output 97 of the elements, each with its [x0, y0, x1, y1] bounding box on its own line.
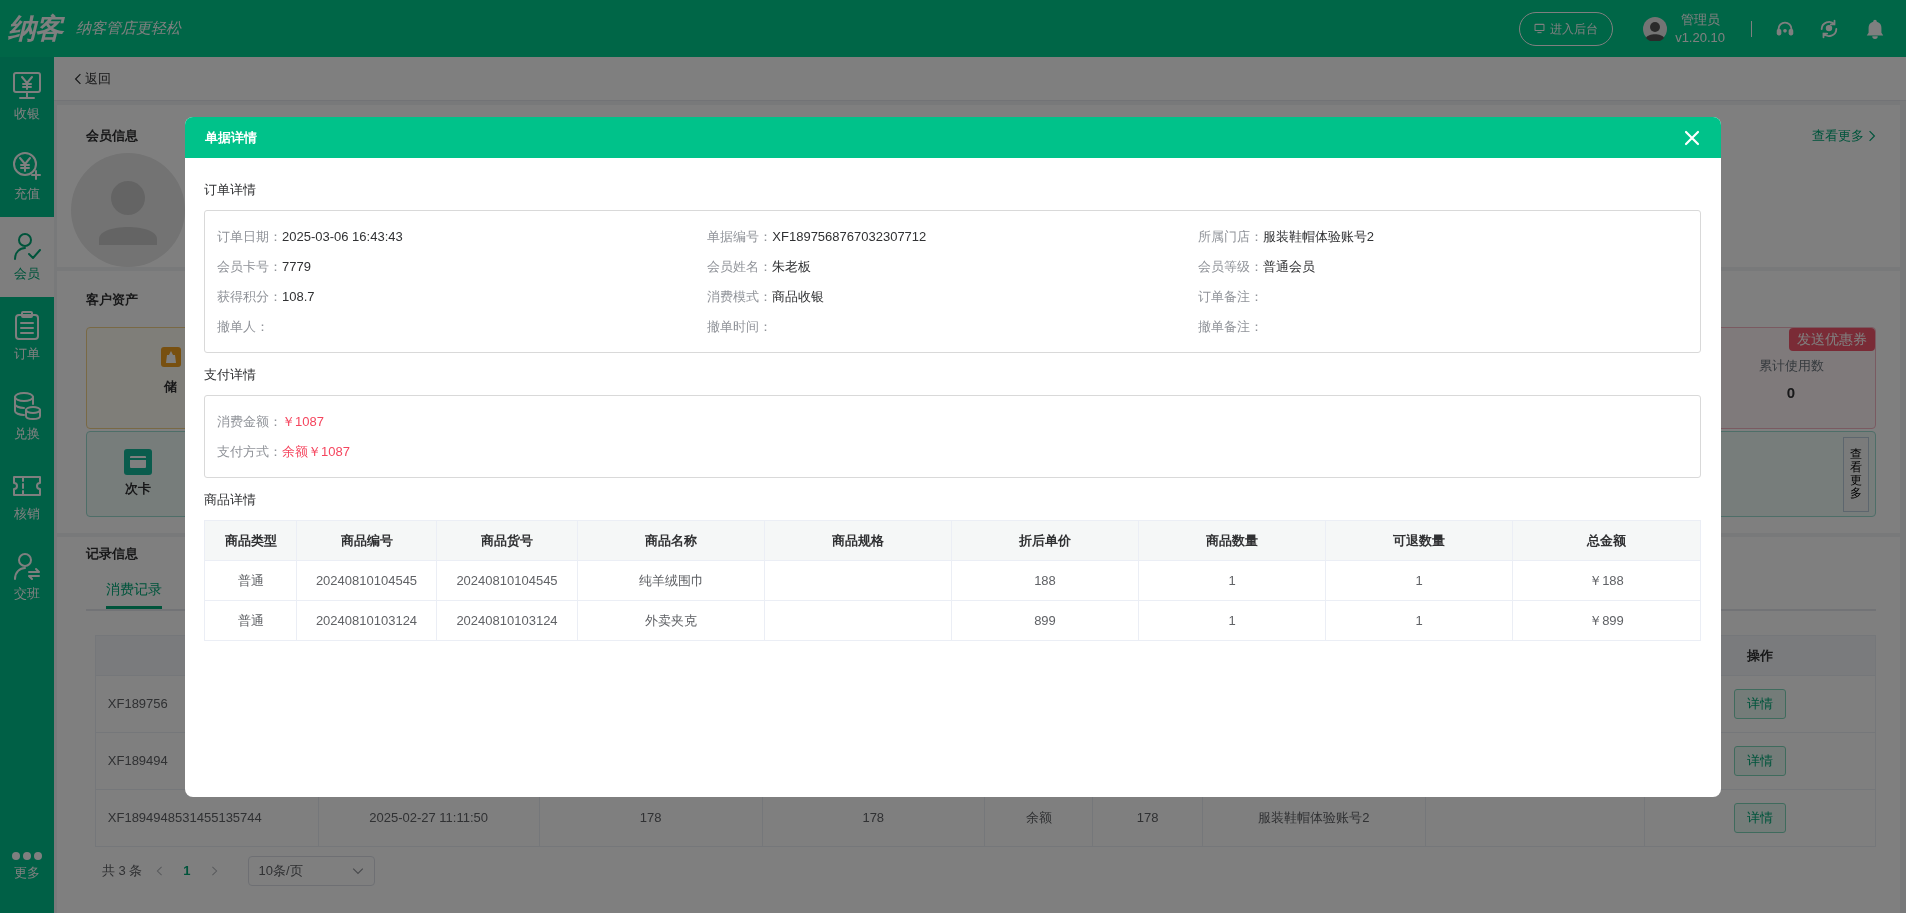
send-coupon-button[interactable]: 发送优惠券: [1789, 328, 1875, 351]
field-label: 消费模式：: [707, 288, 773, 307]
field-label: 所属门店：: [1197, 228, 1263, 247]
column-header: 总金额: [1512, 520, 1701, 561]
sidebar-item[interactable]: 交班: [0, 537, 54, 617]
field-value: 7779: [282, 258, 311, 277]
card-icon: [123, 449, 152, 476]
dialog-title: 单据详情: [205, 128, 257, 147]
total-count: 共 3 条: [101, 862, 143, 881]
table-cell: ￥188: [1512, 560, 1701, 601]
slogan: 纳客管店更轻松: [76, 18, 181, 40]
table-cell: 899: [951, 600, 1139, 641]
field-label: 撤单人：: [217, 318, 269, 337]
field-label: 会员等级：: [1197, 258, 1263, 277]
sync-icon[interactable]: [1818, 17, 1840, 40]
column-header: 折后单价: [951, 520, 1139, 561]
chevron-down-icon: [351, 867, 364, 875]
section-title: 订单详情: [204, 181, 257, 199]
avatar-icon[interactable]: [1643, 16, 1668, 41]
version-text: v1.20.10: [1675, 28, 1725, 47]
section-title: 商品详情: [204, 491, 257, 509]
sidebar-item[interactable]: 充值: [0, 137, 54, 217]
section-title: 支付详情: [204, 366, 257, 384]
field-value: ￥1087: [282, 413, 324, 432]
table-cell: 20240810103124: [296, 600, 437, 641]
sidebar-item[interactable]: 会员: [0, 217, 54, 297]
sidebar-item[interactable]: 订单: [0, 297, 54, 377]
tab[interactable]: 消费记录: [105, 575, 162, 609]
section-title: 会员信息: [85, 127, 138, 145]
card-label: 储: [162, 377, 178, 396]
field-value: 朱老板: [772, 258, 812, 277]
field-label: 订单日期：: [217, 228, 282, 247]
field-value: 108.7: [282, 288, 315, 307]
field-label: 获得积分：: [217, 288, 282, 307]
field-value: 普通会员: [1262, 258, 1315, 277]
card-label: 次卡: [124, 480, 151, 499]
table-cell: 20240810103124: [436, 600, 578, 641]
field-label: 撤单时间：: [707, 318, 773, 337]
table-cell: 1: [1138, 600, 1326, 641]
page-size-select[interactable]: 10条/页: [247, 856, 375, 886]
field-label: 订单备注：: [1197, 288, 1263, 307]
field-label: 撤单备注：: [1197, 318, 1263, 337]
field-value: 服装鞋帽体验账号2: [1262, 228, 1374, 247]
monitor-icon: [1534, 23, 1546, 34]
field-label: 会员卡号：: [217, 258, 282, 277]
section-title: 客户资产: [85, 291, 138, 309]
chevron-right-icon[interactable]: [210, 866, 218, 876]
more-link[interactable]: 查看更多: [1812, 126, 1876, 146]
bag-icon: [160, 346, 181, 367]
sidebar-item[interactable]: 核销: [0, 457, 54, 537]
table-cell: 普通: [204, 560, 297, 601]
table-cell: 1: [1325, 600, 1513, 641]
field-label: 单据编号：: [707, 228, 773, 247]
bell-icon[interactable]: [1864, 17, 1886, 40]
details-button[interactable]: 详情: [1733, 746, 1786, 776]
table-cell: 1: [1138, 560, 1326, 601]
field-value: XF1897568767032307712: [772, 228, 927, 247]
table-cell: 188: [951, 560, 1139, 601]
stat-value: 0: [1785, 382, 1797, 403]
details-button[interactable]: 详情: [1733, 689, 1786, 719]
page-button[interactable]: 1: [177, 860, 197, 882]
column-header: 商品数量: [1138, 520, 1326, 561]
more-icon: [10, 851, 43, 862]
chevron-left-icon: [73, 72, 82, 85]
column-header: 商品货号: [436, 520, 578, 561]
back-link[interactable]: 返回: [73, 68, 111, 89]
stat-label: 累计使用数: [1757, 357, 1825, 375]
table-cell: 普通: [204, 600, 297, 641]
user-name: 管理员: [1679, 10, 1721, 29]
sidebar-item[interactable]: 兑换: [0, 377, 54, 457]
close-icon: [1683, 128, 1701, 147]
chevron-right-icon: [1868, 130, 1876, 142]
table-cell: 纯羊绒围巾: [577, 560, 765, 601]
table-cell: 20240810104545: [296, 560, 437, 601]
sidebar-item[interactable]: 更多: [0, 833, 54, 913]
field-value: 商品收银: [772, 288, 825, 307]
field-label: 支付方式：: [217, 443, 282, 462]
field-value: 余额￥1087: [282, 443, 350, 462]
table-cell: ￥899: [1512, 600, 1701, 641]
yen-coin-icon: [10, 150, 43, 183]
table-cell: 外卖夹克: [577, 600, 765, 641]
chevron-left-icon[interactable]: [156, 866, 164, 876]
column-header: 商品编号: [296, 520, 437, 561]
field-value: 2025-03-06 16:43:43: [282, 228, 403, 247]
column-header: 商品规格: [764, 520, 952, 561]
section-title: 记录信息: [85, 545, 138, 563]
close-button[interactable]: [1683, 128, 1701, 147]
column-header: 商品名称: [577, 520, 765, 561]
column-header: 商品类型: [204, 520, 297, 561]
field-label: 会员姓名：: [707, 258, 773, 277]
table-cell: 20240810104545: [436, 560, 578, 601]
column-header: 可退数量: [1325, 520, 1513, 561]
sidebar-item[interactable]: 收银: [0, 57, 54, 137]
view-more-button[interactable]: 查看更多: [1843, 436, 1869, 512]
table-cell: 1: [1325, 560, 1513, 601]
field-label: 消费金额：: [217, 413, 282, 432]
details-button[interactable]: 详情: [1733, 803, 1786, 833]
